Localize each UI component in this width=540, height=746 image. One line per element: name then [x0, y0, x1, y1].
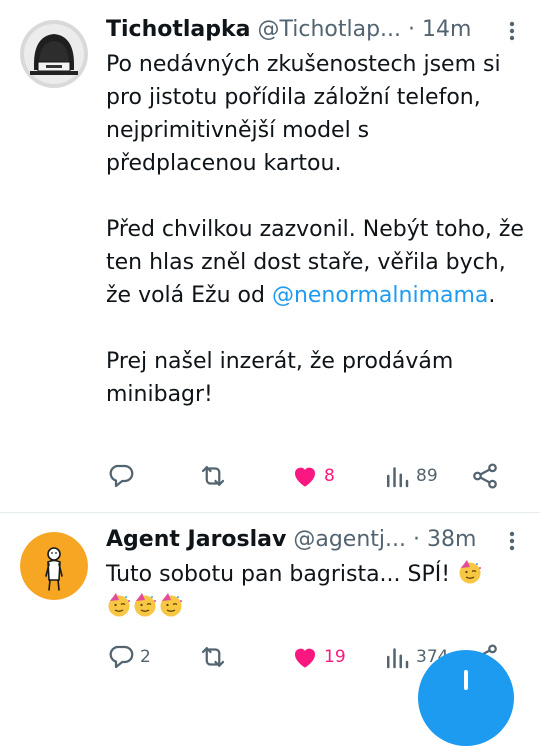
separator-dot: ·: [408, 17, 416, 42]
more-icon[interactable]: [504, 524, 520, 556]
retweet-button[interactable]: [198, 640, 232, 674]
retweet-icon: [201, 466, 225, 486]
tweet-divider: [0, 512, 540, 513]
tweet-text: Po nedávných zkušenostech jsem si pro ji…: [106, 48, 526, 411]
share-button[interactable]: [470, 459, 500, 493]
heart-icon: [294, 467, 316, 487]
heart-icon: [294, 648, 316, 668]
separator-dot: ·: [413, 527, 421, 552]
author-name[interactable]: Tichotlapka: [106, 17, 251, 42]
tweet[interactable]: Tichotlapka @Tichotlap... · 14m Po nedáv…: [0, 0, 540, 512]
timestamp[interactable]: 38m: [427, 527, 476, 552]
tweet-header: Tichotlapka @Tichotlap... · 14m: [106, 14, 520, 46]
party-face-emoji: [134, 593, 156, 617]
tweet-header: Agent Jaroslav @agentj... · 38m: [106, 524, 520, 556]
more-icon[interactable]: [504, 14, 520, 46]
author-handle[interactable]: @agentj...: [293, 527, 406, 552]
reply-button[interactable]: [106, 459, 140, 493]
author-handle[interactable]: @Tichotlap...: [258, 17, 402, 42]
timestamp[interactable]: 14m: [422, 17, 471, 42]
share-icon: [473, 463, 497, 489]
emoji-row: [106, 591, 526, 624]
paragraph: Po nedávných zkušenostech jsem si pro ji…: [106, 52, 501, 176]
views-button[interactable]: 89: [382, 459, 438, 493]
party-face-emoji: [459, 560, 482, 584]
like-button[interactable]: 8: [290, 459, 335, 493]
views-icon: [387, 467, 409, 488]
reply-icon: [109, 645, 134, 669]
retweet-button[interactable]: [198, 459, 232, 493]
like-button[interactable]: 19: [290, 640, 346, 674]
paragraph: Prej našel inzerát, že prodávám minibagr…: [106, 349, 454, 407]
avatar[interactable]: [20, 20, 88, 88]
reply-icon: [109, 464, 134, 488]
party-face-emoji: [160, 593, 182, 617]
paragraph: Tuto sobotu pan bagrista... SPÍ!: [106, 558, 526, 591]
reply-button[interactable]: 2: [106, 640, 151, 674]
avatar[interactable]: [20, 532, 88, 600]
plus-icon: [464, 670, 468, 690]
mention-link[interactable]: @nenormalnimama: [272, 283, 488, 308]
retweet-icon: [201, 647, 225, 667]
compose-button[interactable]: [418, 650, 514, 746]
party-face-emoji: [108, 593, 130, 617]
paragraph: Před chvilkou zazvonil. Nebýt toho, že t…: [106, 217, 524, 308]
tweet-actions: 8 89: [106, 459, 520, 493]
views-icon: [387, 648, 409, 669]
tweet-text: Tuto sobotu pan bagrista... SPÍ!: [106, 558, 526, 624]
author-name[interactable]: Agent Jaroslav: [106, 527, 286, 552]
